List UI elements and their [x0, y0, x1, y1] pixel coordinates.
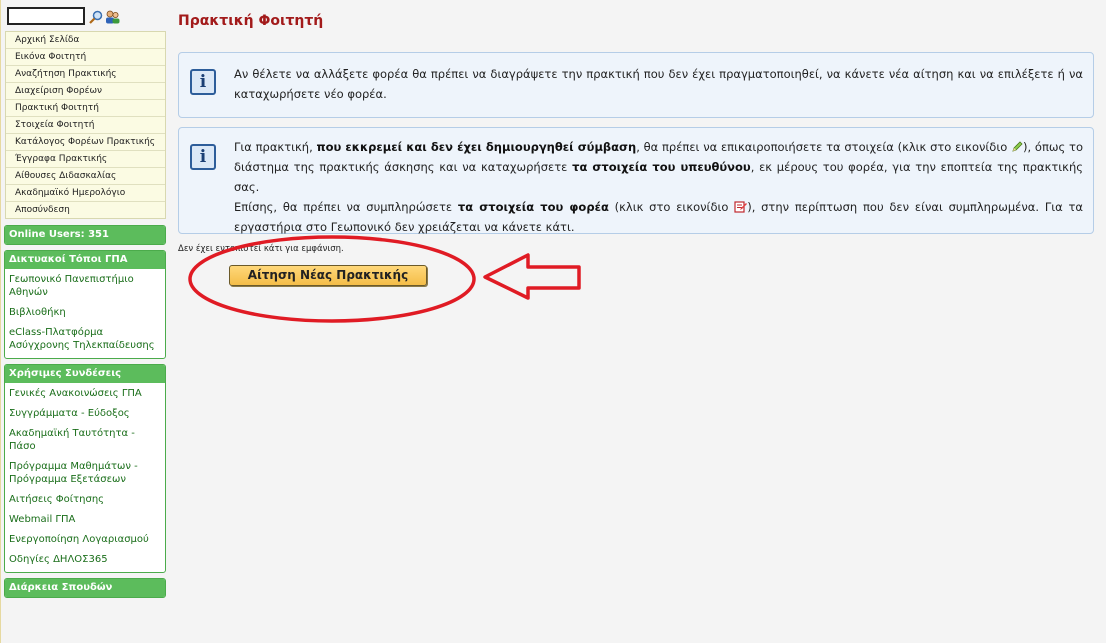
online-users-panel: Online Users: 351 — [4, 225, 166, 245]
link-aua[interactable]: Γεωπονικό Πανεπιστήμιο Αθηνών — [5, 269, 165, 302]
link-library[interactable]: Βιβλιοθήκη — [5, 302, 165, 322]
menu-item-student-profile[interactable]: Εικόνα Φοιτητή — [6, 49, 165, 66]
menu-item-manage-organizations[interactable]: Διαχείριση Φορέων — [6, 83, 165, 100]
useful-links-panel: Χρήσιμες Συνδέσεις Γενικές Ανακοινώσεις … — [4, 364, 166, 573]
info-box-change-organization: i Αν θέλετε να αλλάξετε φορέα θα πρέπει … — [178, 52, 1094, 118]
info-text-pending-internship: Για πρακτική, που εκκρεμεί και δεν έχει … — [234, 137, 1083, 237]
link-eclass[interactable]: eClass-Πλατφόρμα Ασύγχρονης Τηλεκπαίδευσ… — [5, 322, 165, 355]
menu-item-logout[interactable]: Αποσύνδεση — [6, 202, 165, 218]
search-row — [4, 6, 166, 26]
menu-item-student-details[interactable]: Στοιχεία Φοιτητή — [6, 117, 165, 134]
text-fragment: Για πρακτική, — [234, 140, 317, 154]
annotation-arrow — [483, 253, 581, 300]
main-menu: Αρχική Σελίδα Εικόνα Φοιτητή Αναζήτηση Π… — [5, 31, 166, 219]
study-duration-panel: Διάρκεια Σπουδών — [4, 578, 166, 598]
info-icon: i — [190, 69, 216, 95]
link-webmail[interactable]: Webmail ΓΠΑ — [5, 509, 165, 529]
websites-header: Δικτυακοί Τόποι ΓΠΑ — [5, 251, 165, 269]
menu-item-organization-catalog[interactable]: Κατάλογος Φορέων Πρακτικής — [6, 134, 165, 151]
info-icon: i — [190, 144, 216, 170]
search-input[interactable] — [7, 7, 85, 25]
useful-links-header: Χρήσιμες Συνδέσεις — [5, 365, 165, 383]
search-icon[interactable] — [89, 9, 103, 24]
menu-item-academic-calendar[interactable]: Ακαδημαϊκό Ημερολόγιο — [6, 185, 165, 202]
link-applications[interactable]: Αιτήσεις Φοίτησης — [5, 489, 165, 509]
text-fragment: Επίσης, θα πρέπει να συμπληρώσετε — [234, 200, 458, 214]
link-announcements[interactable]: Γενικές Ανακοινώσεις ΓΠΑ — [5, 383, 165, 403]
new-internship-application-button[interactable]: Αίτηση Νέας Πρακτικής — [229, 265, 427, 286]
info-box-pending-internship: i Για πρακτική, που εκκρεμεί και δεν έχε… — [178, 127, 1094, 234]
link-schedule[interactable]: Πρόγραμμα Μαθημάτων - Πρόγραμμα Εξετάσεω… — [5, 456, 165, 489]
menu-item-home[interactable]: Αρχική Σελίδα — [6, 32, 165, 49]
study-duration-header[interactable]: Διάρκεια Σπουδών — [5, 579, 165, 597]
link-office365[interactable]: Οδηγίες ΔΗΛΟΣ365 — [5, 549, 165, 569]
menu-item-classrooms[interactable]: Αίθουσες Διδασκαλίας — [6, 168, 165, 185]
websites-panel: Δικτυακοί Τόποι ΓΠΑ Γεωπονικό Πανεπιστήμ… — [4, 250, 166, 359]
text-fragment: , θα πρέπει να επικαιροποιήσετε τα στοιχ… — [636, 140, 1012, 154]
link-account-activation[interactable]: Ενεργοποίηση Λογαριασμού — [5, 529, 165, 549]
text-fragment: (κλικ στο εικονίδιο — [608, 200, 735, 214]
users-icon[interactable] — [105, 9, 120, 24]
link-academic-id[interactable]: Ακαδημαϊκή Ταυτότητα - Πάσο — [5, 423, 165, 456]
menu-item-internship-documents[interactable]: Έγγραφα Πρακτικής — [6, 151, 165, 168]
online-users-count: Online Users: 351 — [5, 226, 165, 244]
text-bold: τα στοιχεία του υπευθύνου — [572, 160, 751, 174]
text-bold: τα στοιχεία του φορέα — [457, 200, 609, 214]
page-title: Πρακτική Φοιτητή — [178, 13, 324, 29]
menu-item-search-internship[interactable]: Αναζήτηση Πρακτικής — [6, 66, 165, 83]
pencil-icon — [1011, 139, 1023, 152]
menu-item-student-internship[interactable]: Πρακτική Φοιτητή — [6, 100, 165, 117]
link-eudoxus[interactable]: Συγγράμματα - Εύδοξος — [5, 403, 165, 423]
empty-status-text: Δεν έχει εντοπιστεί κάτι για εμφάνιση. — [178, 244, 344, 254]
info-text-change-organization: Αν θέλετε να αλλάξετε φορέα θα πρέπει να… — [234, 67, 1083, 101]
text-bold: που εκκρεμεί και δεν έχει δημιουργηθεί σ… — [316, 140, 637, 154]
edit-note-icon — [734, 199, 748, 213]
sidebar: Αρχική Σελίδα Εικόνα Φοιτητή Αναζήτηση Π… — [4, 6, 166, 598]
